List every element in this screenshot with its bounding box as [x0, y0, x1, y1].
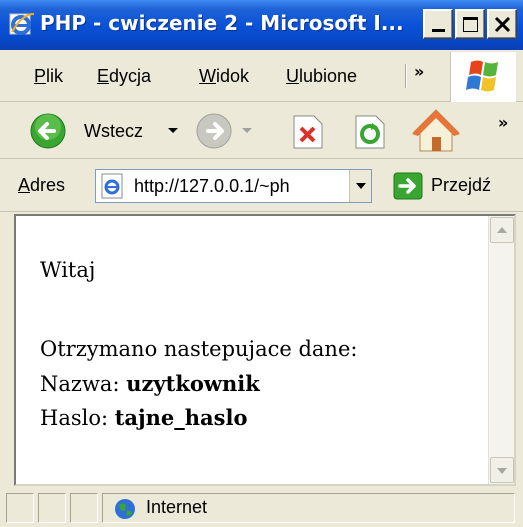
scroll-up-button[interactable]: [490, 217, 514, 243]
menu-item-plik[interactable]: Plik: [34, 66, 63, 87]
windows-flag-icon: [450, 52, 516, 102]
go-arrow-icon[interactable]: [393, 172, 423, 200]
minimize-icon: [432, 29, 445, 32]
name-label: Nazwa:: [40, 372, 127, 396]
home-icon[interactable]: [410, 107, 462, 155]
menu-bar: Plik Edycja Widok Ulubione »: [0, 50, 523, 102]
menu-separator: [405, 64, 407, 88]
status-bar: Internet: [0, 487, 523, 527]
chevron-down-icon: [497, 468, 507, 474]
address-input[interactable]: http://127.0.0.1/~ph: [95, 169, 372, 203]
received-text: Otrzymano nastepujace dane:: [40, 337, 358, 361]
forward-arrow-icon[interactable]: [196, 113, 232, 149]
chevron-down-icon: [356, 183, 366, 189]
menu-item-label: lubione: [299, 66, 358, 86]
menu-item-label: E: [97, 66, 110, 86]
password-label: Haslo:: [40, 406, 115, 430]
menu-item-label: lik: [46, 66, 64, 86]
security-zone-label: Internet: [146, 497, 208, 517]
greeting-text: Witaj: [40, 258, 96, 282]
windows-logo-icon: [466, 60, 498, 92]
page-viewport[interactable]: Witaj Otrzymano nastepujace dane: Nazwa:…: [14, 214, 516, 486]
globe-icon: [115, 499, 135, 519]
back-arrow-icon[interactable]: [30, 113, 66, 149]
vertical-scrollbar[interactable]: [488, 216, 514, 484]
status-cell: [70, 493, 98, 523]
refresh-icon[interactable]: [354, 115, 386, 149]
menu-item-ulubione[interactable]: Ulubione: [286, 66, 357, 87]
page-content: Witaj Otrzymano nastepujace dane: Nazwa:…: [16, 216, 490, 484]
browser-window: PHP - cwiczenie 2 - Microsoft I... Plik …: [0, 0, 523, 527]
name-value: uzytkownik: [126, 371, 260, 396]
maximize-button[interactable]: [455, 9, 485, 39]
menu-item-label: idok: [216, 66, 250, 86]
password-value: tajne_haslo: [114, 405, 248, 430]
maximize-icon: [463, 17, 478, 32]
back-dropdown-arrow-icon[interactable]: [168, 128, 178, 133]
forward-dropdown-arrow-icon[interactable]: [242, 128, 252, 133]
menu-item-label: dycja: [109, 66, 152, 86]
menu-item-widok[interactable]: Widok: [199, 66, 249, 87]
address-label: Adres: [18, 175, 65, 196]
scroll-down-button[interactable]: [490, 457, 514, 483]
menu-more-chevron-icon[interactable]: »: [414, 62, 424, 81]
address-label-part: dres: [30, 175, 66, 195]
go-button-label[interactable]: Przejdź: [431, 175, 491, 196]
name-line: Nazwa: uzytkownik: [40, 367, 260, 401]
stop-icon[interactable]: [292, 115, 324, 149]
menu-item-label: U: [286, 66, 299, 86]
chevron-up-icon: [497, 227, 507, 233]
ie-logo-icon: [9, 13, 35, 35]
status-cell: [6, 493, 34, 523]
close-button[interactable]: [487, 9, 517, 39]
address-url: http://127.0.0.1/~ph: [134, 176, 290, 196]
standard-toolbar: Wstecz »: [0, 103, 523, 159]
window-title: PHP - cwiczenie 2 - Microsoft I...: [40, 11, 404, 35]
address-dropdown-button[interactable]: [349, 170, 371, 202]
close-icon: [494, 16, 511, 33]
password-line: Haslo: tajne_haslo: [40, 401, 247, 435]
toolbar-more-chevron-icon[interactable]: »: [498, 113, 508, 132]
menu-item-label: P: [34, 66, 47, 86]
status-cell: [38, 493, 66, 523]
minimize-button[interactable]: [423, 9, 453, 39]
menu-item-label: W: [199, 66, 216, 86]
address-bar: Adres http://127.0.0.1/~ph Przejdź: [0, 160, 523, 212]
page-icon: [101, 173, 123, 199]
title-bar[interactable]: PHP - cwiczenie 2 - Microsoft I...: [0, 0, 523, 50]
address-label-part: A: [18, 175, 31, 195]
back-button-label[interactable]: Wstecz: [84, 121, 143, 142]
menu-item-edycja[interactable]: Edycja: [97, 66, 151, 87]
